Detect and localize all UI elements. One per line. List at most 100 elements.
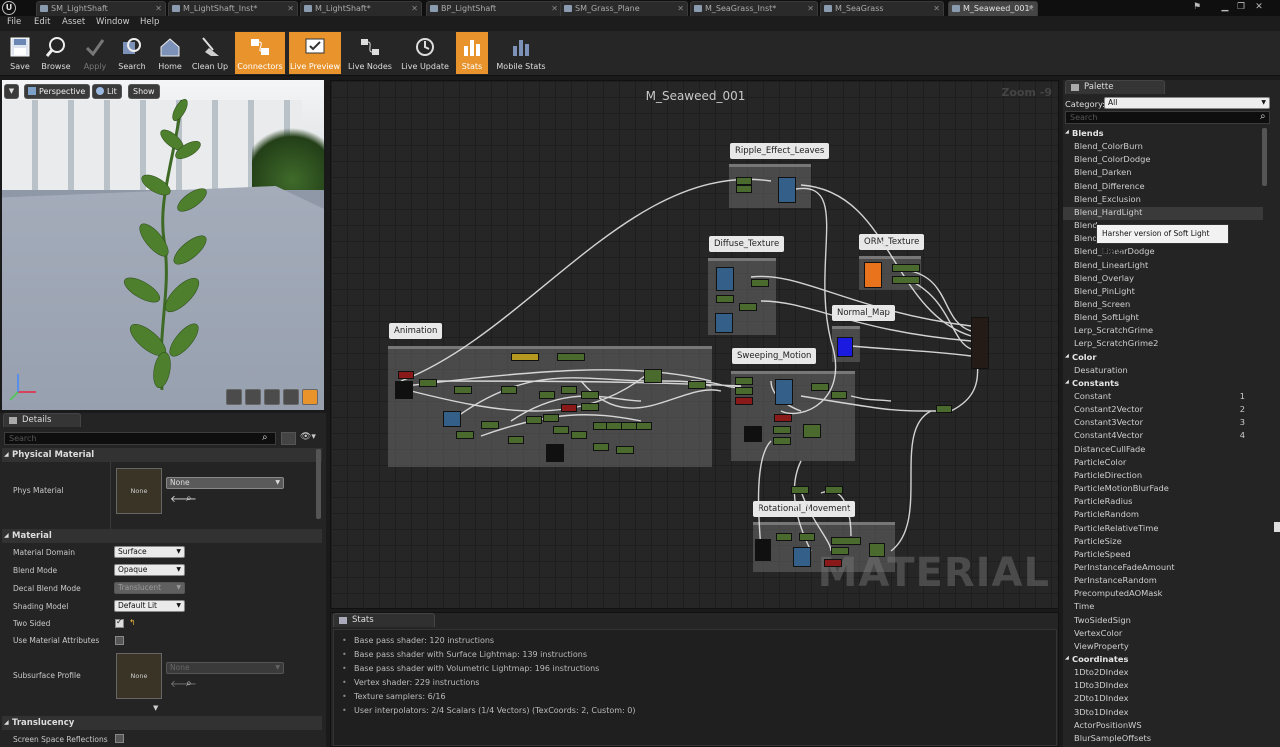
category-select[interactable]: All (1104, 97, 1270, 109)
close-tab-icon[interactable]: ✕ (155, 2, 162, 15)
graph-node[interactable] (561, 386, 577, 394)
lit-button[interactable]: Lit (92, 84, 122, 99)
perspective-button[interactable]: Perspective (24, 84, 91, 99)
browse-button[interactable]: Browse (38, 32, 74, 74)
graph-node[interactable] (395, 381, 413, 399)
graph-node[interactable] (546, 444, 564, 462)
palette-tab[interactable]: Palette (1065, 80, 1165, 94)
graph-node[interactable] (419, 379, 437, 387)
graph-node[interactable] (811, 383, 829, 391)
close-window-icon[interactable]: ✕ (1252, 0, 1266, 14)
palette-item[interactable]: Constant 1 (1063, 391, 1263, 404)
use-selected-arrow-icon[interactable]: 🡐 (170, 493, 197, 505)
graph-node[interactable] (543, 414, 559, 422)
palette-item[interactable]: Blend_ColorDodge (1063, 154, 1263, 167)
close-tab-icon[interactable]: ✕ (933, 2, 940, 15)
graph-node[interactable] (892, 276, 920, 284)
menu-help[interactable]: Help (140, 17, 159, 27)
palette-item[interactable]: Blend_ColorBurn (1063, 141, 1263, 154)
physical-material-section-header[interactable]: Physical Material (2, 448, 322, 462)
menu-window[interactable]: Window (96, 17, 130, 27)
graph-node[interactable] (799, 533, 815, 541)
palette-search-input[interactable]: Search (1065, 111, 1270, 124)
live-preview-toggle[interactable]: Live Preview (289, 32, 341, 74)
graph-node[interactable] (501, 386, 517, 394)
palette-item[interactable]: 2Dto1DIndex (1063, 693, 1263, 706)
palette-item[interactable]: Blend_Overlay (1063, 273, 1263, 286)
document-tab[interactable]: BP_LightShaft ✕ (426, 1, 562, 16)
palette-item[interactable]: Lerp_ScratchGrime (1063, 325, 1263, 338)
document-tab[interactable]: M_SeaGrass ✕ (820, 1, 944, 16)
material-preview-viewport[interactable]: ▼ Perspective Lit Show (2, 80, 324, 410)
graph-node[interactable] (773, 426, 791, 434)
palette-item[interactable]: Blend_Difference (1063, 181, 1263, 194)
graph-node[interactable] (736, 185, 752, 193)
graph-node[interactable] (776, 533, 792, 541)
graph-node[interactable] (581, 391, 599, 399)
maximize-icon[interactable]: ❐ (1234, 0, 1248, 14)
material-domain-select[interactable]: Surface (114, 546, 185, 558)
palette-item[interactable]: Blend_LinearDodge (1063, 246, 1263, 259)
graph-node[interactable] (892, 264, 920, 272)
graph-node[interactable] (443, 411, 461, 427)
palette-item[interactable]: ParticleRadius (1063, 496, 1263, 509)
preview-cylinder-button[interactable] (226, 389, 242, 405)
clean-up-button[interactable]: Clean Up (190, 32, 230, 74)
document-tab[interactable]: M_SeaGrass_Inst* ✕ (690, 1, 818, 16)
feedback-icon[interactable]: ⚑ (1190, 0, 1204, 14)
palette-item[interactable]: ParticleSpeed (1063, 549, 1263, 562)
palette-item[interactable]: Constant3Vector 3 (1063, 417, 1263, 430)
graph-node[interactable] (837, 337, 853, 357)
material-section-header[interactable]: Material (2, 529, 322, 543)
graph-node[interactable] (775, 379, 793, 405)
browse-asset-icon[interactable]: ⌕ (186, 493, 192, 504)
graph-node[interactable] (824, 559, 842, 567)
graph-node[interactable] (778, 177, 796, 203)
graph-node[interactable] (561, 404, 577, 412)
document-tab-active[interactable]: M_Seaweed_001* ✕ (948, 1, 1038, 16)
graph-node[interactable] (936, 405, 952, 413)
palette-item[interactable]: ActorPositionWS (1063, 720, 1263, 733)
palette-item[interactable]: ViewProperty (1063, 641, 1263, 654)
details-scrollbar[interactable] (316, 449, 321, 519)
details-tab[interactable]: Details (3, 413, 81, 427)
preview-sphere-button[interactable] (245, 389, 261, 405)
graph-node[interactable] (803, 424, 821, 438)
close-tab-icon[interactable]: ✕ (411, 2, 418, 15)
palette-item[interactable]: Blend_Screen (1063, 299, 1263, 312)
graph-node[interactable] (606, 422, 622, 430)
document-tab[interactable]: M_LightShaft* ✕ (300, 1, 422, 16)
graph-node[interactable] (774, 414, 792, 422)
palette-item[interactable]: Blend_HardLight (1063, 206, 1263, 220)
document-tab[interactable]: SM_LightShaft ✕ (36, 1, 166, 16)
stats-toggle[interactable]: Stats (456, 32, 488, 74)
use-material-attributes-checkbox[interactable] (115, 636, 124, 645)
save-button[interactable]: Save (4, 32, 36, 74)
graph-node[interactable] (571, 431, 587, 439)
palette-item[interactable]: ParticleRandom (1063, 509, 1263, 522)
graph-node[interactable] (793, 547, 811, 567)
graph-node[interactable] (869, 543, 885, 557)
close-tab-icon[interactable]: ✕ (551, 2, 558, 15)
graph-node[interactable] (581, 403, 599, 411)
close-tab-icon[interactable]: ✕ (677, 2, 684, 15)
palette-category[interactable]: Coordinates (1063, 654, 1263, 667)
graph-node[interactable] (831, 547, 849, 555)
palette-item[interactable]: ParticleMotionBlurFade (1063, 483, 1263, 496)
subsurface-profile-thumbnail[interactable]: None (116, 653, 162, 699)
palette-item[interactable]: Time (1063, 601, 1263, 614)
apply-button[interactable]: Apply (78, 32, 112, 74)
graph-node[interactable] (716, 267, 734, 291)
expand-advanced-icon[interactable]: ▼ (153, 704, 158, 712)
graph-node[interactable] (735, 397, 753, 405)
close-tab-icon[interactable]: ✕ (807, 2, 814, 15)
graph-node[interactable] (716, 295, 734, 303)
palette-item[interactable]: Blend_LinearLight (1063, 260, 1263, 273)
use-selected-arrow-icon[interactable]: 🡐 (170, 678, 197, 690)
document-tab[interactable]: M_LightShaft_Inst* ✕ (168, 1, 298, 16)
palette-item[interactable]: VertexColor (1063, 628, 1263, 641)
graph-node[interactable] (736, 177, 752, 185)
palette-item[interactable]: ParticleDirection (1063, 470, 1263, 483)
material-result-node[interactable] (971, 317, 989, 369)
menu-edit[interactable]: Edit (34, 17, 50, 27)
